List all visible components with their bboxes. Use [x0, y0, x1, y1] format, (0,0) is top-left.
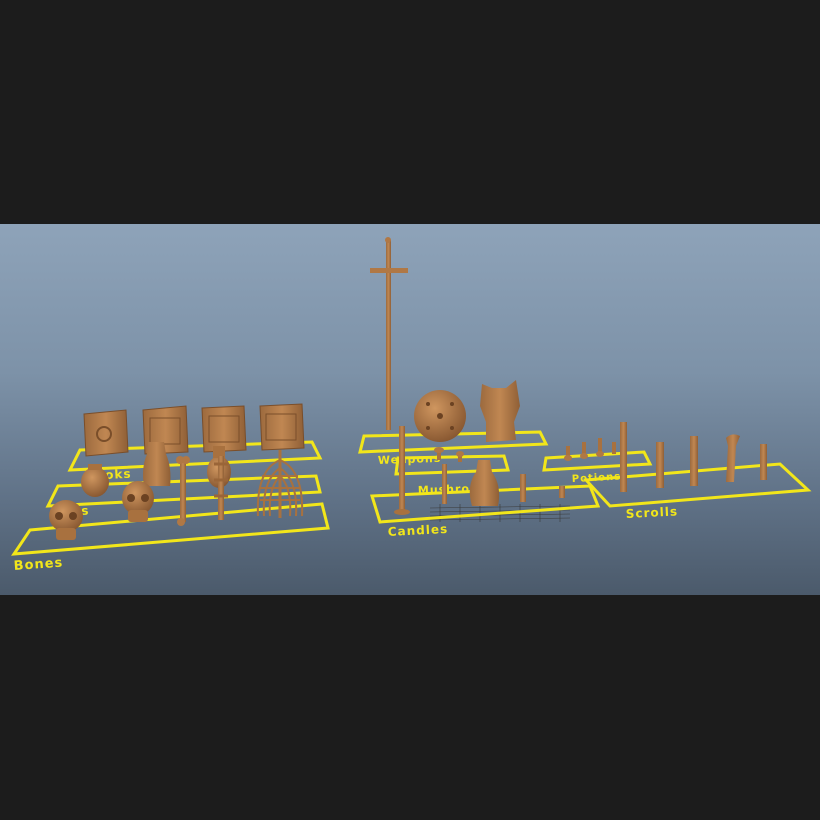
chest-armor[interactable]: [480, 380, 520, 442]
candle-stub[interactable]: [559, 486, 565, 498]
candle-thin[interactable]: [442, 464, 447, 504]
weapons-label: Weapons: [378, 452, 442, 467]
candles-label: Candles: [387, 522, 448, 539]
letterbox-bottom: [0, 595, 820, 820]
viewport-canvas: Books Jars: [11, 237, 812, 574]
potion-4[interactable]: [612, 442, 616, 454]
scroll-4[interactable]: [726, 434, 740, 482]
book-1[interactable]: [83, 409, 129, 457]
scroll-5[interactable]: [760, 444, 767, 480]
candles-group[interactable]: Candles: [369, 426, 601, 539]
skull-2[interactable]: [122, 481, 154, 522]
skull-1[interactable]: [49, 500, 83, 540]
bones-label: Bones: [13, 556, 64, 574]
candle-short[interactable]: [520, 474, 526, 502]
sword[interactable]: [370, 237, 408, 430]
scroll-3[interactable]: [690, 436, 698, 486]
scroll-2[interactable]: [656, 442, 664, 488]
potion-3[interactable]: [596, 438, 604, 457]
potion-1[interactable]: [564, 446, 572, 461]
scroll-1[interactable]: [620, 422, 627, 492]
weapons-group[interactable]: Weapons: [358, 237, 549, 467]
bones-group[interactable]: Bones: [11, 450, 330, 574]
potion-2[interactable]: [580, 442, 588, 459]
vase[interactable]: [469, 460, 500, 506]
book-4[interactable]: [259, 403, 305, 451]
letterbox-top: [0, 0, 820, 224]
3d-viewport[interactable]: Books Jars: [0, 224, 820, 595]
book-3[interactable]: [201, 405, 247, 453]
scrolls-label: Scrolls: [625, 504, 678, 521]
shield[interactable]: [414, 390, 466, 442]
